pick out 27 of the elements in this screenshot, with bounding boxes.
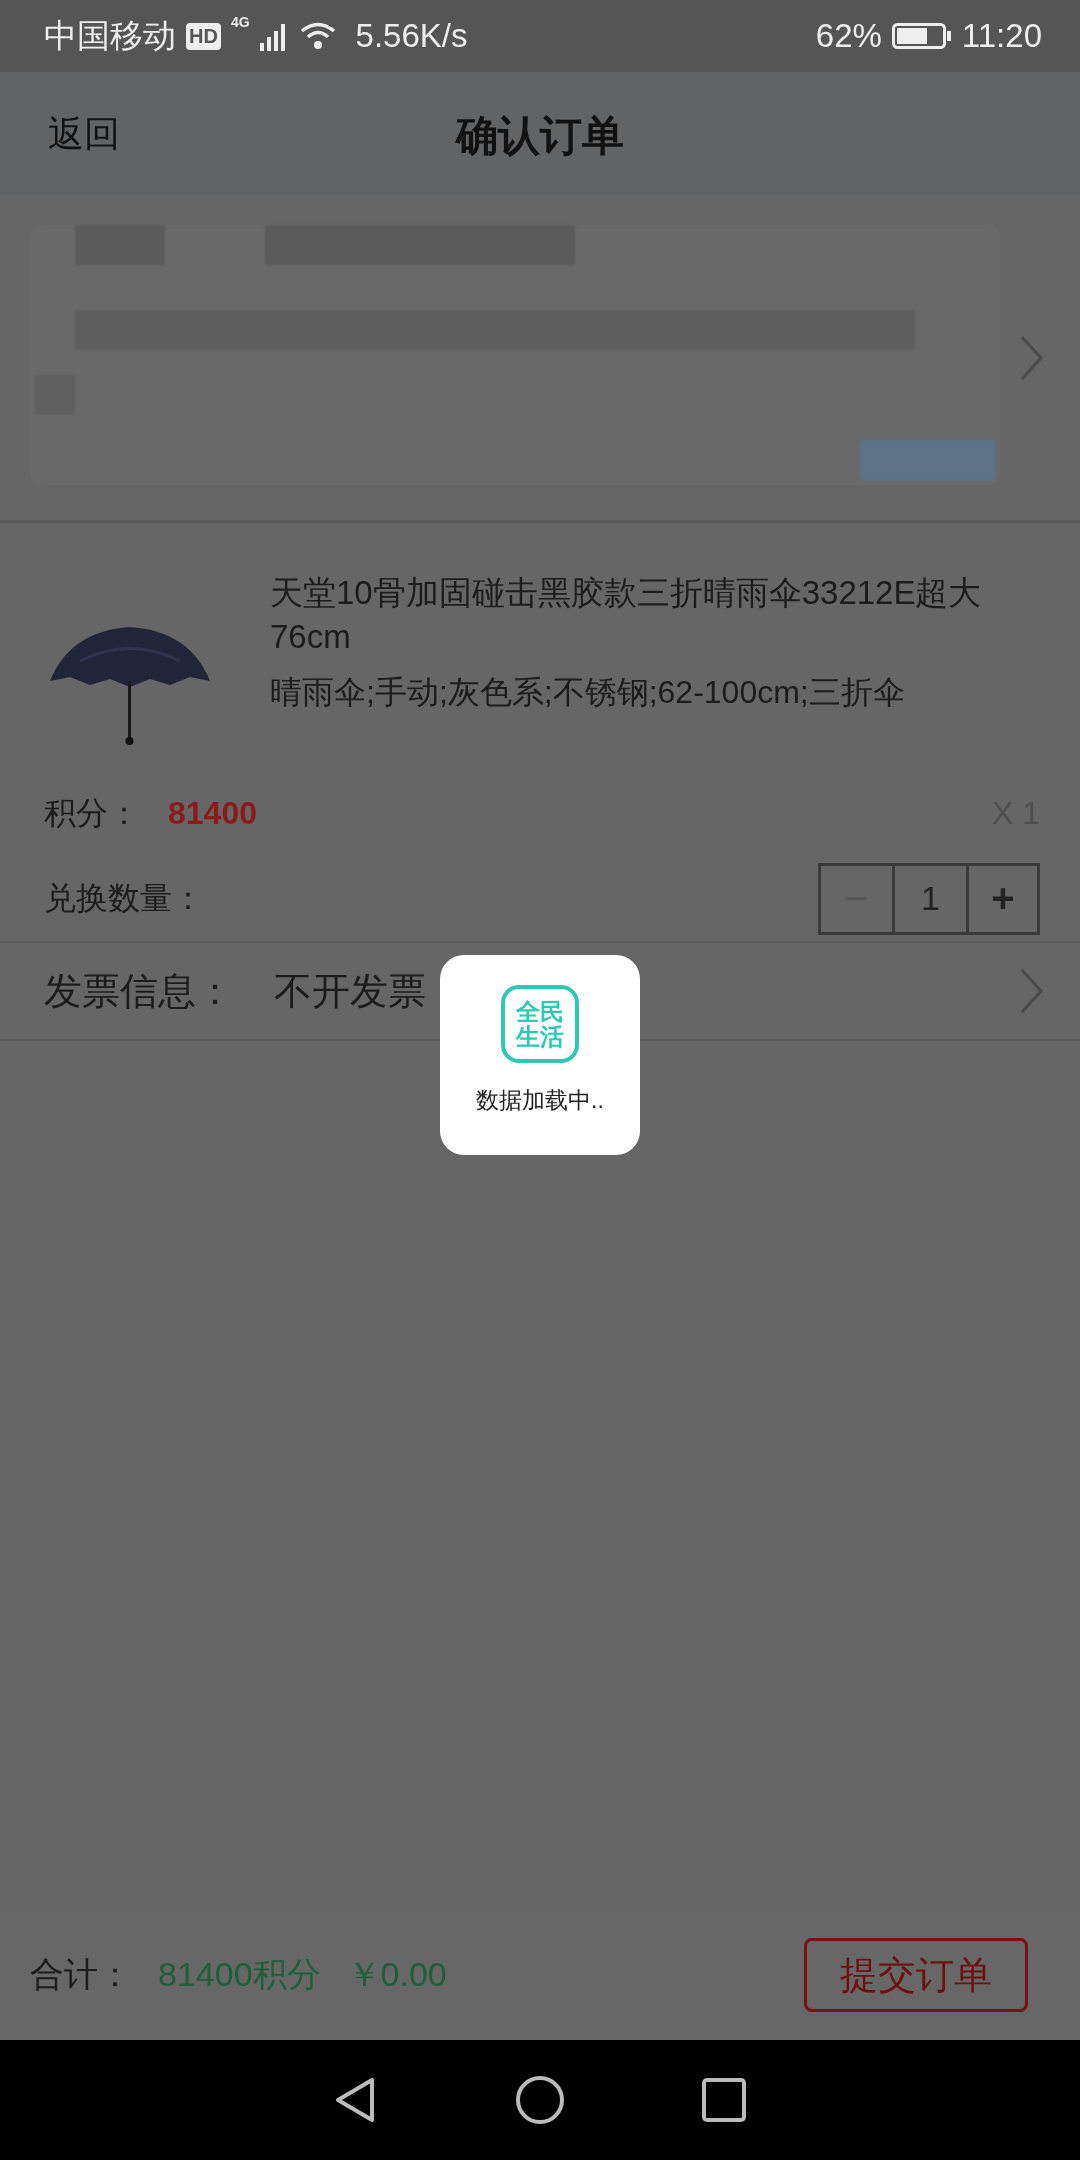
- recent-apps-icon[interactable]: [700, 2076, 748, 2124]
- battery-icon: [891, 21, 952, 51]
- home-icon[interactable]: [516, 2076, 564, 2124]
- increase-button[interactable]: +: [966, 865, 1037, 932]
- network-type: 4G: [230, 14, 250, 30]
- points-value: 81400: [168, 795, 257, 832]
- app-logo: 全民 生活: [501, 985, 579, 1063]
- clock-time: 11:20: [961, 17, 1042, 55]
- page-title: 确认订单: [456, 112, 624, 159]
- invoice-label: 发票信息：: [44, 968, 234, 1014]
- invoice-value: 不开发票: [274, 968, 426, 1014]
- exchange-quantity-label: 兑换数量：: [44, 878, 204, 918]
- quantity-value: 1: [892, 865, 966, 932]
- points-label: 积分：: [44, 793, 140, 833]
- wifi-icon: [299, 21, 336, 51]
- total-label: 合计：: [30, 1954, 132, 1995]
- battery-level: 62%: [815, 17, 882, 55]
- hd-badge: HD: [186, 22, 221, 50]
- points-total: 81400积分: [158, 1954, 321, 1995]
- product-title: 天堂10骨加固碰击黑胶款三折晴雨伞33212E超大76cm: [270, 573, 983, 657]
- price-total: ￥0.00: [346, 1954, 447, 1995]
- loading-text: 数据加载中..: [476, 1086, 604, 1115]
- carrier-name: 中国移动: [44, 15, 176, 56]
- product-specs: 晴雨伞;手动;灰色系;不锈钢;62-100cm;三折伞: [270, 673, 906, 712]
- back-button[interactable]: 返回: [48, 110, 120, 159]
- submit-order-button[interactable]: 提交订单: [804, 1938, 1028, 2012]
- network-speed: 5.56K/s: [355, 17, 468, 55]
